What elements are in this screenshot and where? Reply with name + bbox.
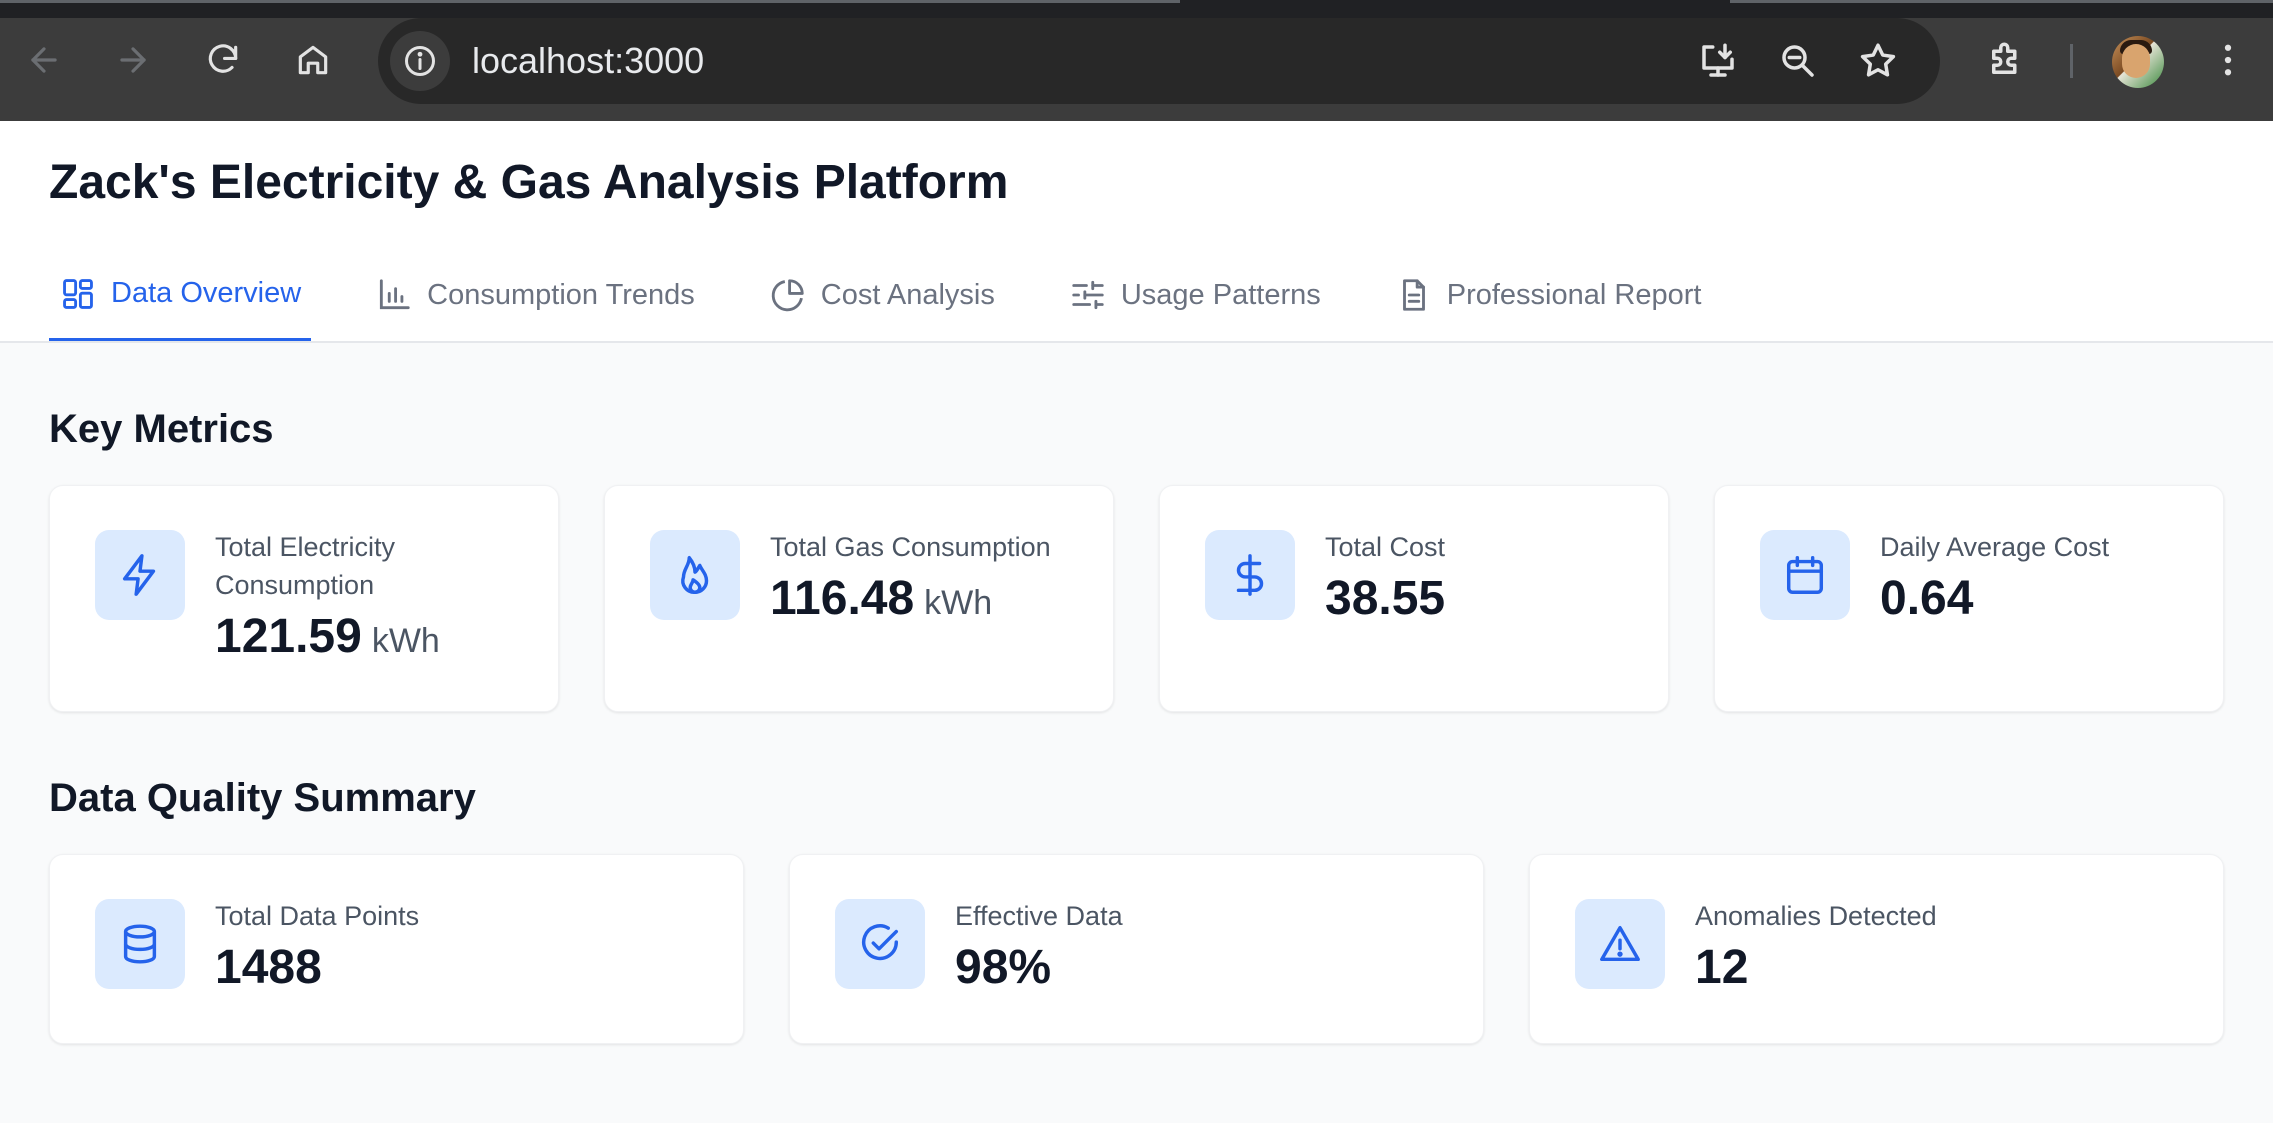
back-icon bbox=[31, 47, 57, 73]
profile-avatar[interactable] bbox=[2112, 36, 2164, 88]
tab-cost-analysis[interactable]: Cost Analysis bbox=[759, 249, 1005, 341]
reload-icon bbox=[208, 44, 238, 73]
home-button[interactable] bbox=[283, 30, 343, 90]
quality-card-effective-data: Effective Data 98% bbox=[789, 854, 1484, 1044]
metric-number: 121.59 bbox=[215, 610, 362, 663]
metric-card-total-cost: Total Cost 38.55 bbox=[1159, 485, 1669, 712]
extensions-icon bbox=[1992, 42, 2017, 74]
tab-label: Consumption Trends bbox=[427, 278, 695, 311]
metric-unit: kWh bbox=[371, 622, 440, 660]
metric-value: 98% bbox=[955, 941, 1052, 994]
metric-label: Total Cost bbox=[1325, 532, 1446, 562]
reload-button[interactable] bbox=[193, 30, 253, 90]
more-menu-button[interactable] bbox=[2198, 30, 2258, 90]
metric-icon-box bbox=[835, 899, 925, 989]
metric-number: 116.48 bbox=[770, 572, 915, 625]
data-quality-title: Data Quality Summary bbox=[49, 776, 476, 820]
metric-unit: kWh bbox=[924, 584, 993, 622]
install-app-button[interactable] bbox=[1693, 36, 1743, 86]
tab-usage-patterns[interactable]: Usage Patterns bbox=[1059, 249, 1331, 341]
metric-icon-box bbox=[1575, 899, 1665, 989]
document-icon bbox=[1402, 279, 1425, 311]
quality-card-anomalies: Anomalies Detected 12 bbox=[1529, 854, 2224, 1044]
extensions-button[interactable] bbox=[1976, 30, 2036, 90]
bookmark-star-icon bbox=[1860, 43, 1896, 77]
metric-number: 38.55 bbox=[1325, 572, 1446, 625]
metric-value: 12 bbox=[1695, 941, 1749, 994]
tab-strip-edge bbox=[1730, 0, 2273, 3]
grid-icon bbox=[63, 278, 93, 309]
tab-label: Professional Report bbox=[1446, 278, 1702, 311]
bookmark-button[interactable] bbox=[1853, 36, 1903, 86]
zoom-button[interactable] bbox=[1773, 36, 1823, 86]
lightning-icon bbox=[122, 554, 156, 596]
metric-value: 1488 bbox=[215, 941, 322, 994]
pie-chart-icon bbox=[771, 279, 804, 312]
metric-icon-box bbox=[650, 530, 740, 620]
warning-icon bbox=[1600, 925, 1640, 962]
home-icon bbox=[298, 45, 328, 75]
metric-card-gas: Total Gas Consumption 116.48 kWh bbox=[604, 485, 1114, 712]
metric-value: 116.48 kWh bbox=[770, 570, 992, 632]
tab-label: Data Overview bbox=[111, 277, 302, 309]
main-tabs: Data Overview Consumption Trends Cost An… bbox=[49, 249, 1711, 341]
tab-consumption-trends[interactable]: Consumption Trends bbox=[365, 249, 705, 341]
more-menu-icon bbox=[2224, 44, 2232, 76]
dollar-icon bbox=[1236, 554, 1264, 596]
metric-icon-box bbox=[1760, 530, 1850, 620]
metric-label: Anomalies Detected bbox=[1695, 901, 1937, 931]
install-app-icon bbox=[1702, 43, 1734, 77]
page-title: Zack's Electricity & Gas Analysis Platfo… bbox=[49, 156, 1009, 209]
site-info-icon bbox=[405, 46, 435, 76]
quality-card-total-data-points: Total Data Points 1488 bbox=[49, 854, 744, 1044]
forward-button[interactable] bbox=[103, 30, 163, 90]
database-icon bbox=[123, 924, 157, 964]
metric-label: Effective Data bbox=[955, 901, 1123, 931]
metric-value: 0.64 bbox=[1880, 570, 1973, 628]
metric-icon-box bbox=[95, 899, 185, 989]
bar-chart-icon bbox=[380, 279, 410, 310]
flame-icon bbox=[681, 556, 709, 594]
metric-icon-box bbox=[1205, 530, 1295, 620]
metric-label: Total Gas Consumption bbox=[770, 532, 1051, 562]
key-metrics-title: Key Metrics bbox=[49, 407, 274, 451]
calendar-icon bbox=[1786, 556, 1824, 594]
metric-label: Daily Average Cost bbox=[1880, 532, 2110, 562]
metric-value: 121.59 kWh bbox=[215, 608, 440, 670]
tab-label: Usage Patterns bbox=[1120, 278, 1321, 311]
browser-toolbar: localhost:3000 bbox=[0, 0, 2273, 121]
tab-professional-report[interactable]: Professional Report bbox=[1385, 249, 1712, 341]
url-text[interactable]: localhost:3000 bbox=[472, 38, 704, 84]
metric-icon-box bbox=[95, 530, 185, 620]
metric-number: 0.64 bbox=[1880, 572, 1974, 625]
back-button[interactable] bbox=[14, 30, 74, 90]
tab-strip-edge bbox=[0, 0, 1180, 3]
toolbar-divider bbox=[2070, 44, 2073, 78]
metric-label: Total Data Points bbox=[215, 901, 420, 931]
tab-data-overview[interactable]: Data Overview bbox=[49, 249, 312, 341]
metric-card-electricity: Total Electricity Consumption 121.59 kWh bbox=[49, 485, 559, 712]
tab-label: Cost Analysis bbox=[820, 278, 995, 311]
zoom-out-icon bbox=[1782, 45, 1814, 77]
metric-value: 38.55 bbox=[1325, 570, 1445, 628]
check-circle-icon bbox=[862, 924, 899, 961]
address-bar[interactable]: localhost:3000 bbox=[378, 18, 1940, 104]
metric-label: Total Electricity Consumption bbox=[215, 532, 396, 600]
sliders-icon bbox=[1072, 280, 1104, 310]
site-info-button[interactable] bbox=[390, 31, 450, 91]
forward-icon bbox=[120, 47, 146, 73]
app-header: Zack's Electricity & Gas Analysis Platfo… bbox=[0, 121, 2273, 343]
metric-card-daily-average-cost: Daily Average Cost 0.64 bbox=[1714, 485, 2224, 712]
